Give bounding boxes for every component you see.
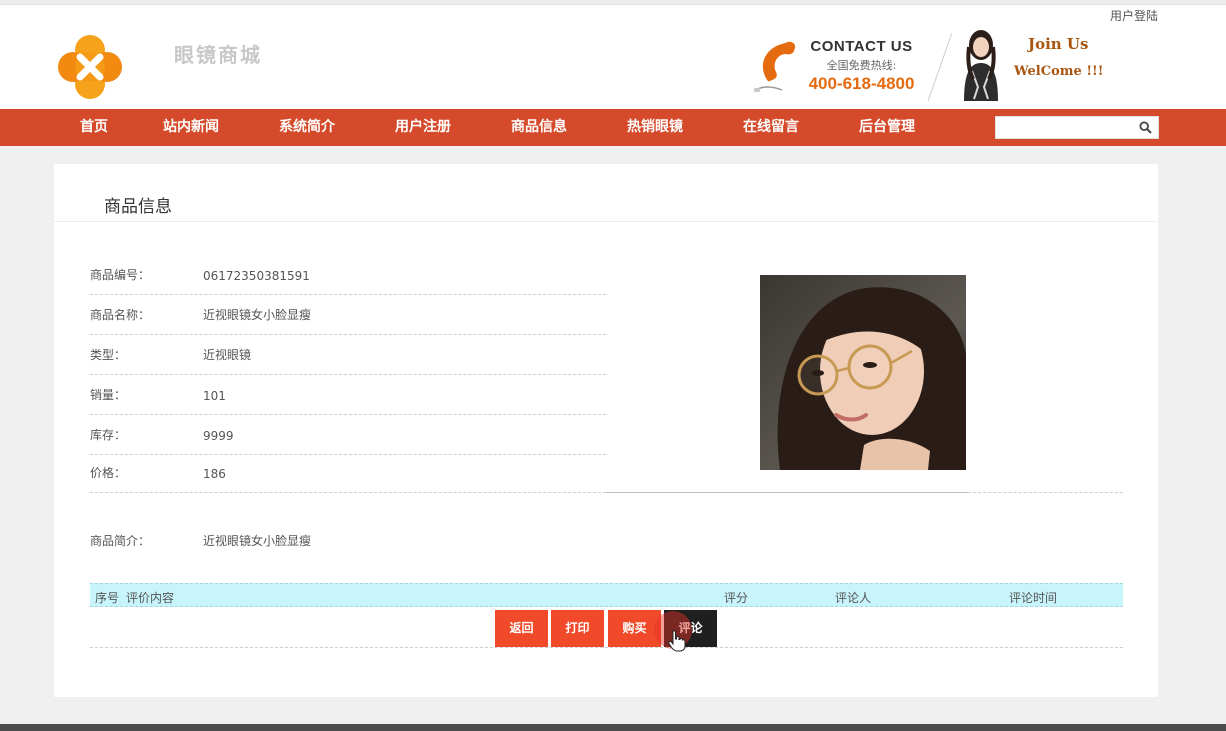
search-icon[interactable]: [1139, 121, 1152, 134]
section-title: 商品信息: [104, 197, 172, 217]
col-header-reviewer: 评论人: [835, 591, 872, 605]
contact-title: CONTACT US: [810, 38, 913, 55]
product-panel: 商品信息 商品编号： 06172350381591 商品名称： 近视眼镜女小脸显…: [54, 164, 1158, 697]
nav-item-about[interactable]: 系统简介: [279, 109, 335, 146]
nav-item-messages[interactable]: 在线留言: [743, 109, 799, 146]
info-label: 库存：: [90, 428, 127, 442]
hand-cursor-icon: [668, 630, 686, 652]
info-row-sales: 销量： 101: [90, 375, 606, 415]
nav-item-home[interactable]: 首页: [80, 109, 108, 146]
comment-table-header: 序号 评价内容 评分 评论人 评论时间: [90, 583, 1123, 607]
site-name: 眼镜商城: [174, 43, 262, 67]
col-header-content: 评价内容: [126, 591, 175, 605]
row-divider: [968, 492, 1123, 493]
nav-item-register[interactable]: 用户注册: [395, 109, 451, 146]
image-cell-bottom-border: [606, 492, 968, 493]
info-label: 商品名称：: [90, 308, 151, 322]
info-row-stock: 库存： 9999: [90, 415, 606, 455]
login-link[interactable]: 用户登陆: [1110, 7, 1158, 24]
join-us-text: Join Us: [1028, 35, 1089, 53]
info-value: 186: [203, 467, 226, 481]
model-avatar-icon: [964, 30, 998, 101]
info-value: 近视眼镜: [203, 348, 252, 362]
main-nav: 首页 站内新闻 系统简介 用户注册 商品信息 热销眼镜 在线留言 后台管理: [0, 109, 1226, 146]
intro-label: 商品简介：: [90, 534, 151, 548]
nav-item-hot-glasses[interactable]: 热销眼镜: [627, 109, 683, 146]
info-value: 101: [203, 389, 226, 403]
welcome-text: WelCome !!!: [1014, 64, 1104, 79]
join-block: Join Us WelCome !!!: [1014, 35, 1106, 79]
search-box: [995, 116, 1159, 139]
info-row-product-id: 商品编号： 06172350381591: [90, 255, 606, 295]
info-value: 06172350381591: [203, 269, 310, 283]
info-row-product-name: 商品名称： 近视眼镜女小脸显瘦: [90, 295, 606, 335]
intro-value: 近视眼镜女小脸显瘦: [203, 534, 312, 548]
col-header-score: 评分: [724, 591, 749, 605]
footer-bar: [0, 724, 1226, 731]
info-label: 类型：: [90, 348, 127, 362]
back-button[interactable]: 返回: [495, 610, 548, 647]
info-row-category: 类型： 近视眼镜: [90, 335, 606, 375]
col-header-index: 序号: [95, 591, 120, 605]
site-logo-icon: [58, 35, 122, 99]
info-label: 价格：: [90, 466, 127, 480]
info-value: 近视眼镜女小脸显瘦: [203, 308, 312, 322]
contact-subtitle: 全国免费热线:: [826, 59, 897, 72]
info-label: 销量：: [90, 388, 127, 402]
product-photo: [760, 275, 966, 470]
contact-phone-number: 400-618-4800: [808, 74, 915, 93]
col-header-time: 评论时间: [1009, 591, 1058, 605]
nav-item-news[interactable]: 站内新闻: [163, 109, 219, 146]
site-header: 用户登陆 眼镜商城 CONTACT US 全国免费热线: 400-618-480…: [0, 5, 1226, 109]
contact-block: CONTACT US 全国免费热线: 400-618-4800: [804, 38, 919, 94]
info-label: 商品编号：: [90, 268, 151, 282]
row-divider: [90, 647, 1123, 648]
search-input[interactable]: [996, 117, 1136, 138]
info-row-price: 价格： 186: [90, 453, 606, 493]
nav-item-admin[interactable]: 后台管理: [859, 109, 915, 146]
phone-icon: [754, 41, 796, 92]
header-divider: [927, 32, 953, 102]
info-value: 9999: [203, 429, 234, 443]
print-button[interactable]: 打印: [551, 610, 604, 647]
title-divider: [54, 221, 1158, 222]
product-intro-row: 商品简介： 近视眼镜女小脸显瘦: [90, 524, 1123, 554]
nav-item-products[interactable]: 商品信息: [511, 109, 567, 146]
